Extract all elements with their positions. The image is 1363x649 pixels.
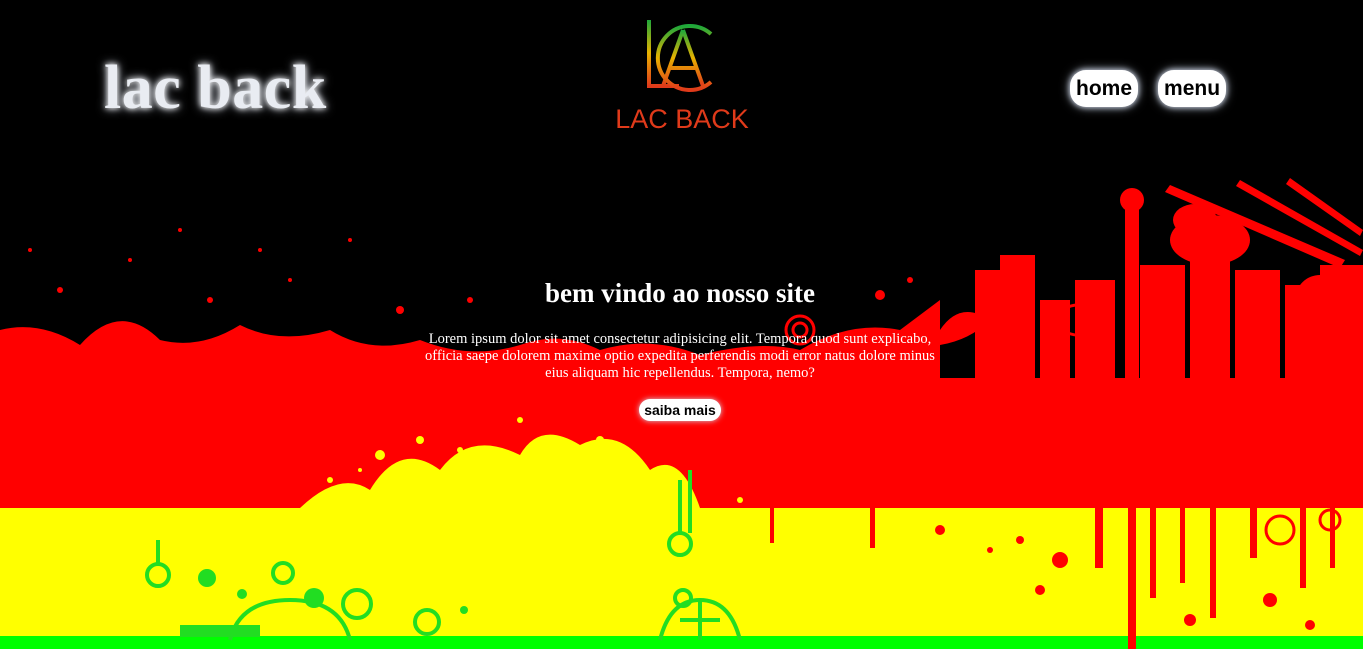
logo-text: LAC BACK: [615, 104, 749, 134]
lac-back-logo[interactable]: LAC BACK: [583, 12, 781, 136]
hero-section: bem vindo ao nosso site Lorem ipsum dolo…: [420, 278, 940, 421]
hero-heading: bem vindo ao nosso site: [544, 278, 816, 308]
nav-menu-button[interactable]: menu: [1158, 70, 1227, 108]
main-nav: home menu: [1070, 70, 1227, 108]
saiba-mais-button[interactable]: saiba mais: [639, 399, 721, 421]
green-band: [0, 636, 1363, 649]
hero-body-text: Lorem ipsum dolor sit amet consectetur a…: [425, 331, 935, 381]
logo-mark-icon: LAC BACK: [615, 20, 749, 134]
nav-home-button[interactable]: home: [1070, 70, 1139, 108]
site-title: lac back: [104, 54, 327, 122]
